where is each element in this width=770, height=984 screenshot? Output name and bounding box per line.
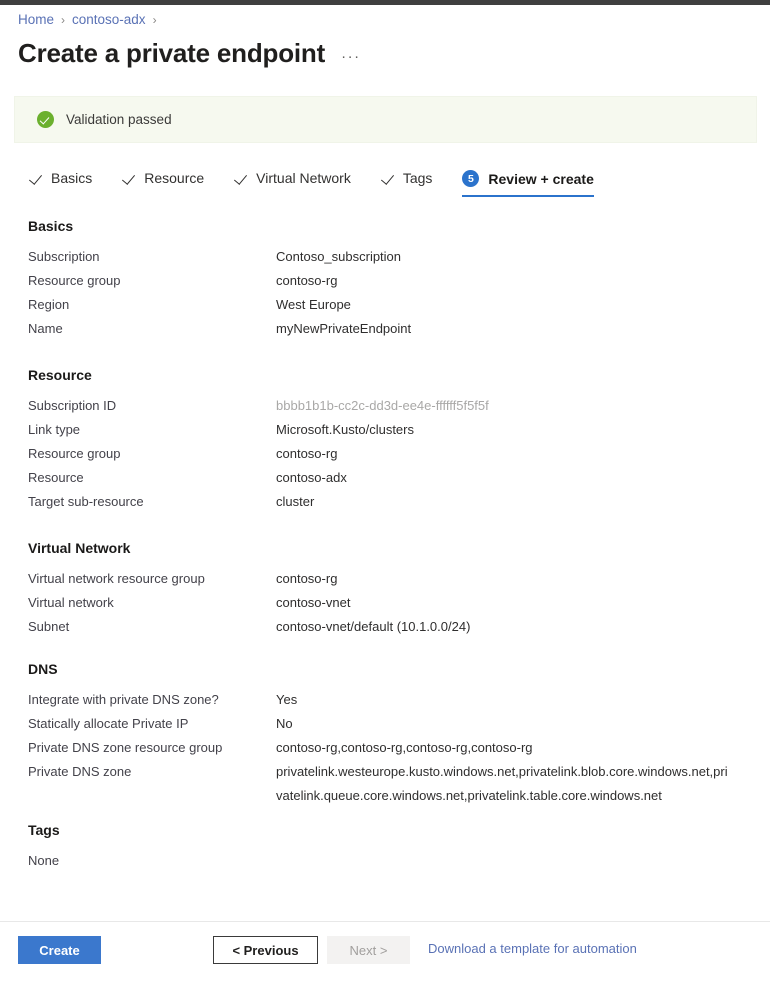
section-basics: Basics Subscription Contoso_subscription…	[0, 218, 770, 341]
tab-tags[interactable]: Tags	[381, 170, 433, 196]
section-virtual-network: Virtual Network Virtual network resource…	[0, 540, 770, 639]
row-value: contoso-rg	[276, 273, 338, 288]
more-options-icon[interactable]: ···	[341, 48, 361, 69]
validation-banner-text: Validation passed	[66, 112, 172, 127]
summary-row-virtual-network: Virtual network contoso-vnet	[28, 591, 770, 615]
check-circle-icon	[37, 111, 54, 128]
next-button: Next >	[327, 936, 410, 964]
validation-banner: Validation passed	[14, 96, 757, 143]
download-template-link[interactable]: Download a template for automation	[428, 941, 637, 956]
summary-row-resource-group: Resource group contoso-rg	[28, 269, 770, 293]
page-header: Create a private endpoint ···	[18, 37, 361, 69]
row-label: Virtual network resource group	[28, 571, 205, 586]
section-dns: DNS Integrate with private DNS zone? Yes…	[0, 661, 770, 808]
wizard-tabs: Basics Resource Virtual Network Tags 5 R…	[29, 170, 595, 197]
row-label: Subscription	[28, 249, 100, 264]
row-label: Target sub-resource	[28, 494, 144, 509]
row-value: contoso-rg,contoso-rg,contoso-rg,contoso…	[276, 740, 533, 755]
summary-row-subscription-id: Subscription ID bbbb1b1b-cc2c-dd3d-ee4e-…	[28, 394, 770, 418]
create-button[interactable]: Create	[18, 936, 101, 964]
summary-row-target-sub-resource: Target sub-resource cluster	[28, 490, 770, 514]
tab-label: Review + create	[488, 170, 594, 187]
row-value: myNewPrivateEndpoint	[276, 321, 412, 336]
window-top-strip	[0, 0, 770, 5]
row-label: Virtual network	[28, 595, 114, 610]
row-label: Region	[28, 297, 70, 312]
row-label: Private DNS zone	[28, 764, 132, 779]
row-value: contoso-vnet/default (10.1.0.0/24)	[276, 619, 471, 634]
check-icon	[381, 172, 394, 185]
page-title: Create a private endpoint	[18, 38, 326, 68]
summary-row-subscription: Subscription Contoso_subscription	[28, 245, 770, 269]
tab-label: Resource	[144, 170, 205, 186]
row-label: Link type	[28, 422, 81, 437]
breadcrumb: Home › contoso-adx ›	[18, 11, 157, 29]
check-icon	[234, 172, 247, 185]
tab-resource[interactable]: Resource	[122, 170, 204, 196]
breadcrumb-separator-icon: ›	[61, 13, 66, 27]
section-title: Resource	[28, 367, 92, 383]
summary-row-private-dns-zone: Private DNS zone privatelink.westeurope.…	[28, 760, 770, 808]
section-tags: Tags None	[0, 822, 770, 873]
breadcrumb-separator-icon: ›	[152, 13, 157, 27]
check-icon	[122, 172, 135, 185]
summary-row-vnet-resource-group: Virtual network resource group contoso-r…	[28, 567, 770, 591]
step-number-badge: 5	[462, 170, 480, 187]
tab-basics[interactable]: Basics	[29, 170, 92, 196]
section-title: DNS	[28, 661, 58, 677]
row-value: privatelink.westeurope.kusto.windows.net…	[276, 764, 728, 803]
tab-label: Basics	[51, 170, 93, 186]
create-private-endpoint-blade: Home › contoso-adx › Create a private en…	[0, 0, 770, 984]
tab-label: Virtual Network	[256, 170, 351, 186]
summary-row-static-private-ip: Statically allocate Private IP No	[28, 712, 770, 736]
tab-label: Tags	[402, 170, 433, 186]
row-value: Yes	[276, 692, 298, 707]
section-title: Basics	[28, 218, 74, 234]
row-value: Microsoft.Kusto/clusters	[276, 422, 414, 437]
row-label: Resource	[28, 470, 84, 485]
row-label: Subnet	[28, 619, 70, 634]
summary-row-subnet: Subnet contoso-vnet/default (10.1.0.0/24…	[28, 615, 770, 639]
tab-virtual-network[interactable]: Virtual Network	[234, 170, 351, 196]
row-value: contoso-vnet	[276, 595, 351, 610]
previous-button[interactable]: < Previous	[213, 936, 318, 964]
summary-row-resource: Resource contoso-adx	[28, 466, 770, 490]
row-label: Name	[28, 321, 63, 336]
row-value: contoso-adx	[276, 470, 347, 485]
summary-row-integrate-private-dns: Integrate with private DNS zone? Yes	[28, 688, 770, 712]
row-label: Resource group	[28, 446, 121, 461]
row-value: bbbb1b1b-cc2c-dd3d-ee4e-ffffff5f5f5f	[276, 398, 489, 413]
row-label: Resource group	[28, 273, 121, 288]
row-label: Statically allocate Private IP	[28, 716, 189, 731]
row-value: Contoso_subscription	[276, 249, 402, 264]
row-value: cluster	[276, 494, 315, 509]
row-value: contoso-rg	[276, 571, 338, 586]
breadcrumb-item-home[interactable]: Home	[18, 11, 54, 29]
section-title: Tags	[28, 822, 60, 838]
row-value: West Europe	[276, 297, 351, 312]
row-value: No	[276, 716, 293, 731]
row-label: Private DNS zone resource group	[28, 740, 223, 755]
row-label: Subscription ID	[28, 398, 117, 413]
row-value: contoso-rg	[276, 446, 338, 461]
summary-row-dns-zone-resource-group: Private DNS zone resource group contoso-…	[28, 736, 770, 760]
tags-empty-value: None	[28, 853, 60, 868]
section-title: Virtual Network	[28, 540, 131, 556]
summary-row-name: Name myNewPrivateEndpoint	[28, 317, 770, 341]
summary-row-resource-group: Resource group contoso-rg	[28, 442, 770, 466]
breadcrumb-item-contoso-adx[interactable]: contoso-adx	[72, 11, 146, 29]
summary-row-link-type: Link type Microsoft.Kusto/clusters	[28, 418, 770, 442]
tab-review-create[interactable]: 5 Review + create	[462, 170, 595, 197]
command-footer: Create < Previous Next > Download a temp…	[0, 922, 770, 984]
summary-row-region: Region West Europe	[28, 293, 770, 317]
row-label: Integrate with private DNS zone?	[28, 692, 219, 707]
review-content: Basics Subscription Contoso_subscription…	[0, 218, 770, 873]
section-resource: Resource Subscription ID bbbb1b1b-cc2c-d…	[0, 367, 770, 514]
check-icon	[29, 172, 42, 185]
